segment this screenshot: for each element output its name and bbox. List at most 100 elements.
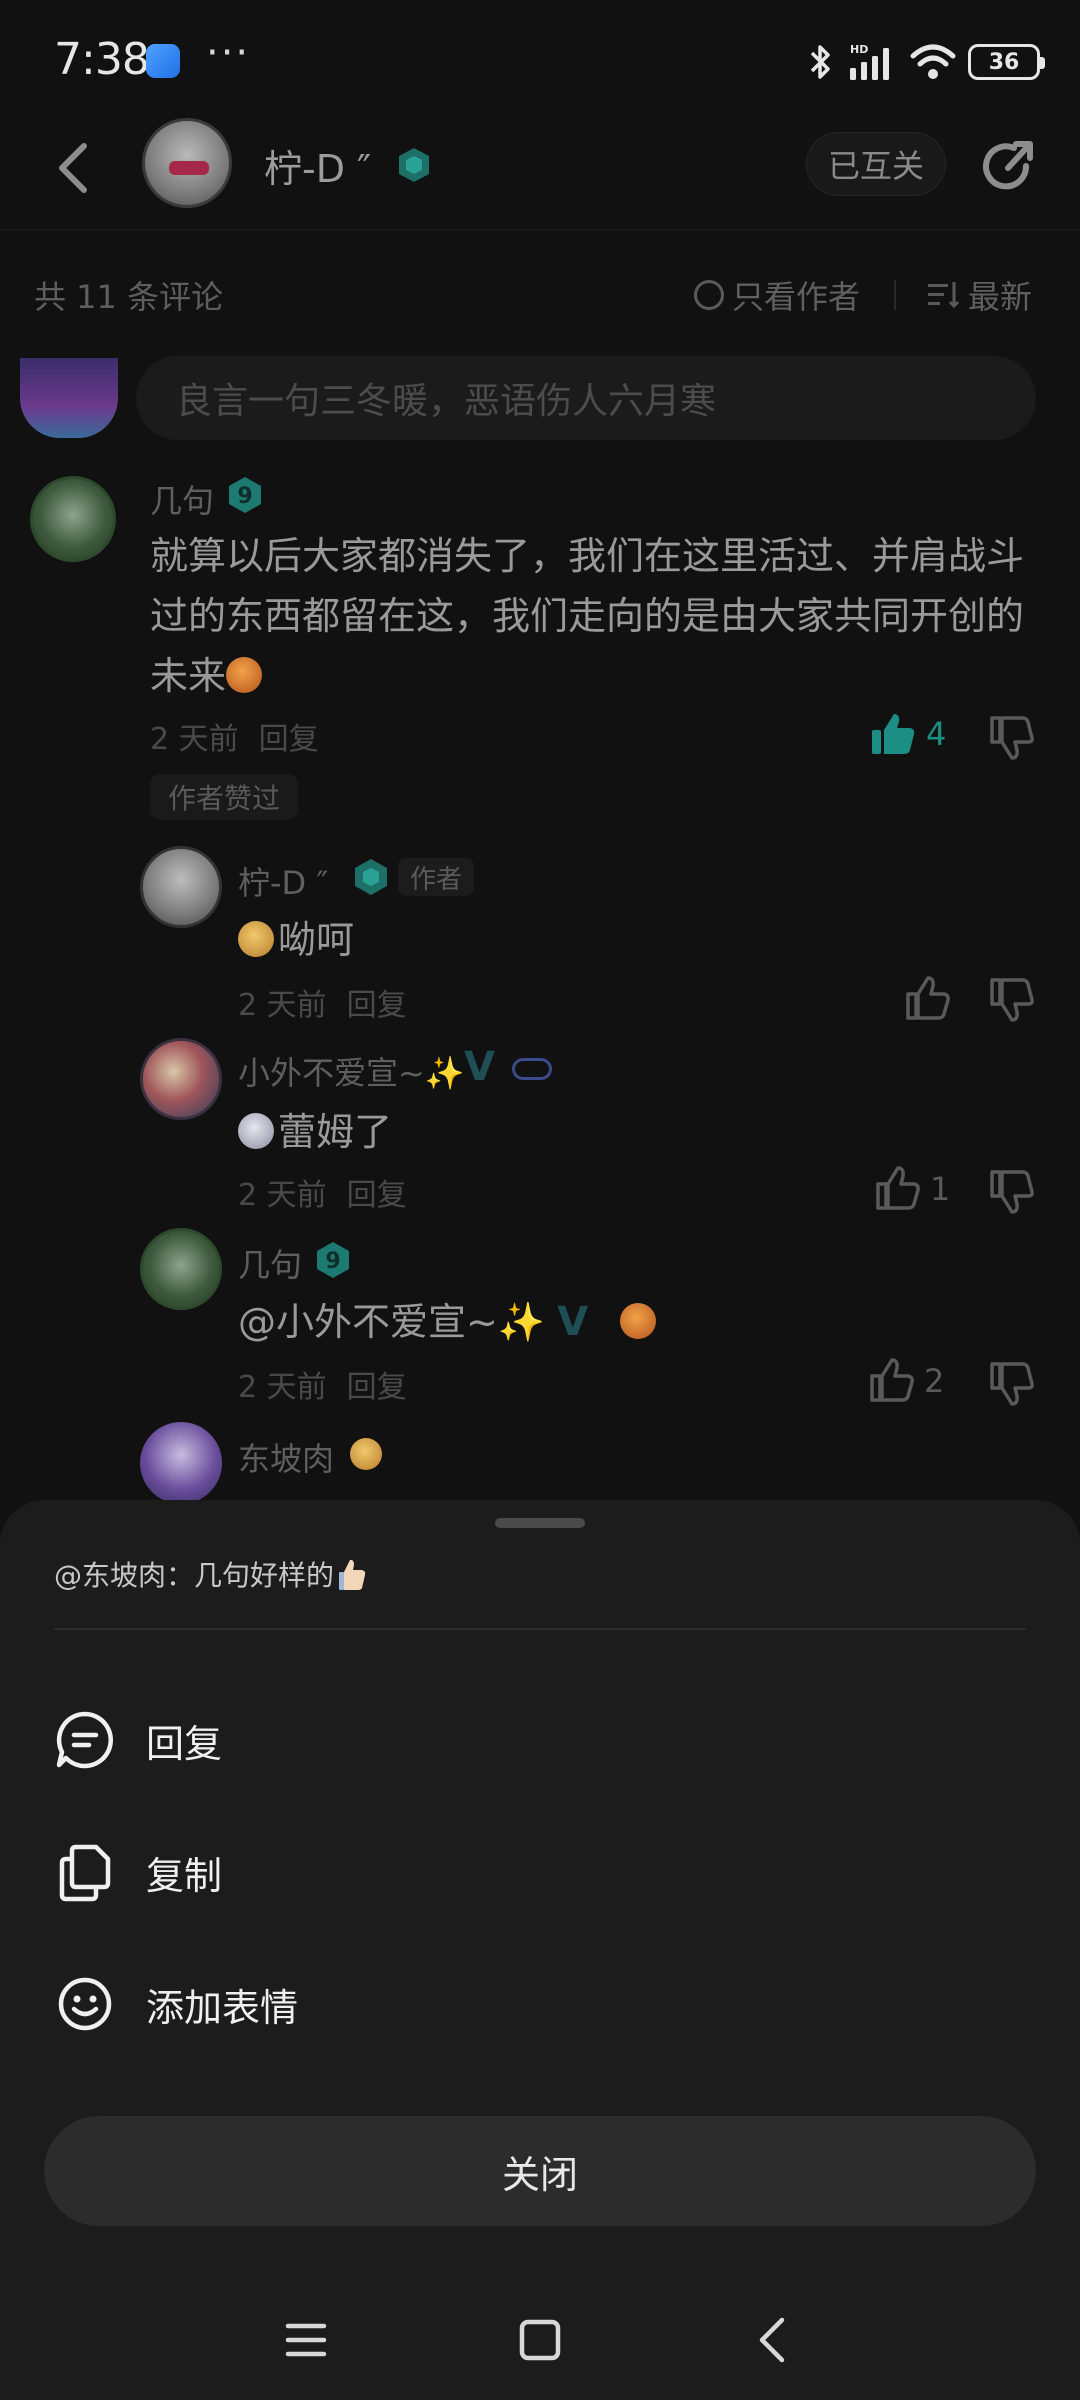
reply-link[interactable]: 回复 bbox=[347, 1170, 407, 1214]
author-avatar[interactable] bbox=[142, 118, 232, 208]
comment-footer: 2 天前 回复 bbox=[238, 980, 407, 1024]
back-icon[interactable] bbox=[744, 2310, 804, 2370]
status-bar: 7:38 ··· HD 36 bbox=[0, 0, 1080, 120]
like-button[interactable]: 1 bbox=[874, 1166, 950, 1212]
author-liked-tag: 作者赞过 bbox=[150, 774, 299, 820]
level-badge-icon bbox=[355, 859, 387, 895]
status-time: 7:38 bbox=[54, 34, 150, 85]
user-avatar[interactable] bbox=[30, 476, 116, 562]
comment-text: 呦呵 bbox=[238, 910, 354, 970]
user-emoji-icon bbox=[350, 1438, 382, 1470]
smiley-face-icon bbox=[58, 1977, 112, 2031]
sort-label: 最新 bbox=[968, 278, 1033, 316]
thumbs-up-emoji-icon bbox=[339, 1559, 366, 1590]
more-notifications-icon: ··· bbox=[206, 30, 251, 76]
copy-menu-item[interactable]: 复制 bbox=[54, 1832, 1026, 1912]
add-emoji-label: 添加表情 bbox=[146, 1985, 299, 2030]
user-avatar[interactable] bbox=[140, 1422, 222, 1504]
thumbs-down-icon[interactable] bbox=[988, 976, 1034, 1022]
reply-link[interactable]: 回复 bbox=[347, 1362, 407, 1406]
level-9-badge-icon: 9 bbox=[317, 1242, 349, 1278]
share-icon[interactable] bbox=[978, 136, 1038, 196]
svg-text:9: 9 bbox=[325, 1249, 340, 1274]
comment-time: 2 天前 bbox=[238, 1178, 327, 1213]
like-count: 4 bbox=[926, 715, 947, 753]
thumbs-up-filled-icon bbox=[872, 714, 915, 754]
reply-link[interactable]: 回复 bbox=[259, 714, 319, 758]
cellular-signal-icon: HD bbox=[846, 42, 898, 82]
battery-indicator: 36 bbox=[968, 44, 1045, 80]
like-count: 1 bbox=[930, 1170, 951, 1208]
user-avatar[interactable] bbox=[140, 1228, 222, 1310]
ghost-emoji-icon bbox=[238, 1113, 274, 1149]
bluetooth-icon bbox=[808, 42, 834, 82]
username[interactable]: 小外不爱宣~✨ bbox=[238, 1048, 465, 1094]
mutual-follow-button[interactable]: 已互关 bbox=[806, 132, 946, 196]
comment-text: 蕾姆了 bbox=[238, 1102, 392, 1162]
sort-list-icon bbox=[928, 282, 960, 309]
svg-text:9: 9 bbox=[237, 484, 252, 509]
comment-text: @小外不爱宣~✨ V bbox=[238, 1292, 660, 1352]
thumbs-up-icon bbox=[870, 1358, 914, 1402]
add-emoji-menu-item[interactable]: 添加表情 bbox=[54, 1964, 1026, 2044]
comment-text: 就算以后大家都消失了，我们在这里活过、并肩战斗过的东西都留在这，我们走向的是由大… bbox=[150, 534, 1025, 698]
user-avatar[interactable] bbox=[140, 846, 222, 928]
comment-time: 2 天前 bbox=[150, 722, 239, 757]
reply-label: 回复 bbox=[146, 1721, 223, 1766]
username[interactable]: 东坡肉 bbox=[238, 1434, 334, 1480]
comment-input[interactable]: 良言一句三冬暖，恶语伤人六月寒 bbox=[136, 356, 1036, 440]
app-notification-icon bbox=[146, 44, 180, 78]
back-arrow-icon[interactable] bbox=[50, 138, 98, 198]
wifi-icon bbox=[910, 42, 956, 82]
verified-v-icon: V bbox=[557, 1299, 589, 1345]
verified-v-icon: V bbox=[464, 1044, 495, 1090]
home-icon[interactable] bbox=[510, 2310, 570, 2370]
cat-emoji-icon bbox=[226, 657, 263, 693]
thumbs-up-icon bbox=[876, 1166, 920, 1210]
surprised-emoji-icon bbox=[620, 1303, 657, 1339]
level-badge-icon bbox=[399, 148, 429, 182]
divider bbox=[894, 280, 896, 310]
drag-handle[interactable] bbox=[495, 1518, 585, 1528]
username[interactable]: 几句 bbox=[150, 476, 214, 522]
author-tag: 作者 bbox=[398, 858, 475, 896]
quoted-comment-text: @东坡肉：几句好样的 bbox=[54, 1559, 335, 1592]
comment-count: 共 11 条评论 bbox=[34, 278, 224, 316]
author-name[interactable]: 柠-D ″ bbox=[264, 138, 371, 193]
author-only-toggle[interactable]: 只看作者 bbox=[694, 272, 860, 318]
thumbs-down-icon[interactable] bbox=[988, 1168, 1034, 1214]
level-9-badge-icon: 9 bbox=[229, 477, 261, 513]
thumbs-up-icon[interactable] bbox=[904, 976, 950, 1022]
radio-circle-icon bbox=[694, 280, 724, 310]
chat-bubble-icon bbox=[56, 1711, 114, 1769]
sort-button[interactable]: 最新 bbox=[928, 272, 1032, 318]
smirk-emoji-icon bbox=[238, 921, 274, 957]
menu-icon[interactable] bbox=[276, 2310, 336, 2370]
comment-time: 2 天前 bbox=[238, 988, 327, 1023]
user-avatar[interactable] bbox=[140, 1038, 222, 1120]
like-button[interactable]: 2 bbox=[868, 1358, 944, 1404]
comment-footer: 2 天前 回复 bbox=[238, 1362, 407, 1406]
username[interactable]: 柠-D ″ bbox=[238, 858, 328, 904]
thumbs-down-icon[interactable] bbox=[988, 1360, 1034, 1406]
close-button[interactable]: 关闭 bbox=[44, 2116, 1036, 2226]
thumbs-down-icon[interactable] bbox=[988, 714, 1034, 760]
header: 柠-D ″ 已互关 bbox=[0, 110, 1080, 230]
copy-icon bbox=[59, 1844, 111, 1902]
reply-link[interactable]: 回复 bbox=[347, 980, 407, 1024]
system-navigation-bar bbox=[0, 2280, 1080, 2400]
reply-menu-item[interactable]: 回复 bbox=[54, 1700, 1026, 1780]
comment-footer: 2 天前 回复 bbox=[150, 714, 319, 758]
copy-label: 复制 bbox=[146, 1853, 223, 1898]
vip-badge-icon bbox=[512, 1058, 552, 1080]
author-only-label: 只看作者 bbox=[732, 278, 861, 316]
like-count: 2 bbox=[924, 1362, 945, 1400]
action-bottom-sheet: @东坡肉：几句好样的 回复 复制 添加表情 关闭 bbox=[0, 1500, 1080, 2400]
like-button[interactable]: 4 bbox=[870, 712, 946, 756]
comment-meta-row: 共 11 条评论 只看作者 最新 bbox=[0, 262, 1080, 326]
comment-footer: 2 天前 回复 bbox=[238, 1170, 407, 1214]
my-avatar bbox=[20, 358, 118, 438]
svg-text:HD: HD bbox=[850, 43, 868, 56]
quoted-comment: @东坡肉：几句好样的 bbox=[54, 1554, 368, 1594]
username[interactable]: 几句 bbox=[238, 1240, 302, 1286]
